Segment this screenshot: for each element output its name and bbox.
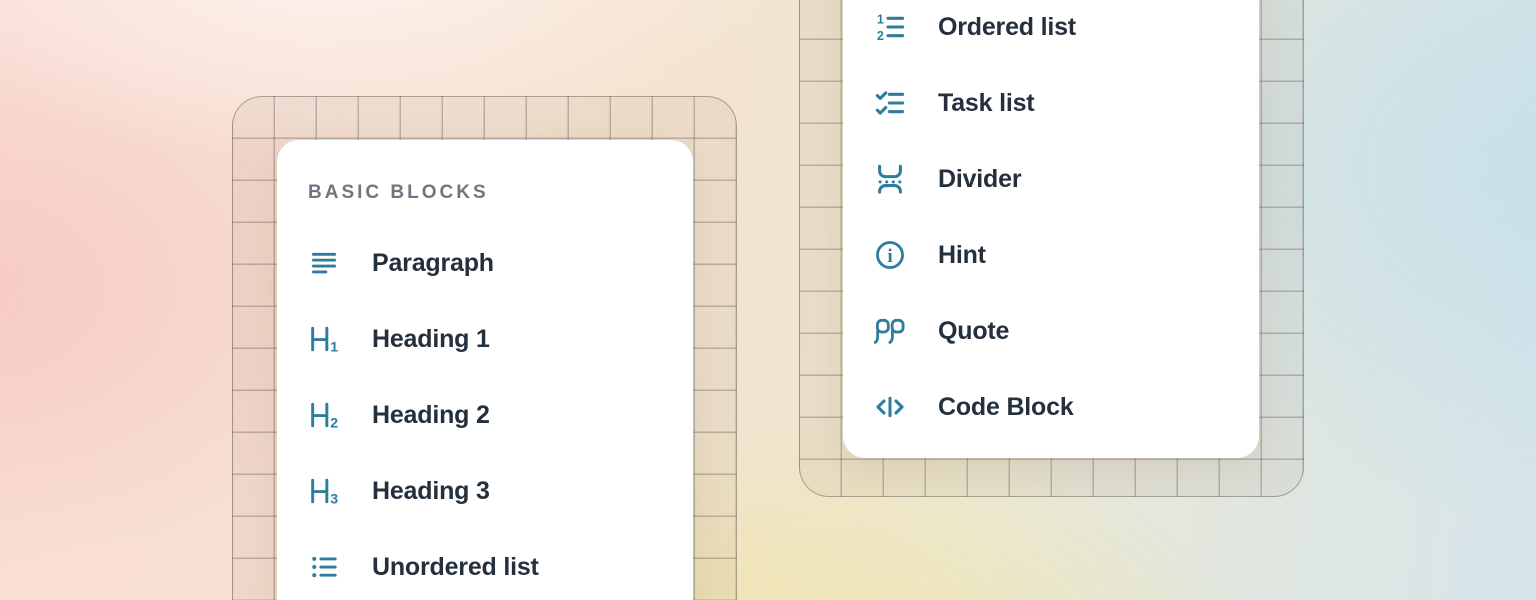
menu-item-label: Paragraph xyxy=(372,249,494,278)
menu-item-label: Task list xyxy=(938,89,1034,118)
menu-item-hint[interactable]: i Hint xyxy=(843,217,1259,293)
ordered-list-icon: 1 2 xyxy=(872,9,908,45)
menu-item-heading-1[interactable]: 1 Heading 1 xyxy=(277,301,693,377)
menu-item-divider[interactable]: Divider xyxy=(843,141,1259,217)
divider-icon xyxy=(872,161,908,197)
menu-item-label: Hint xyxy=(938,241,986,270)
svg-text:3: 3 xyxy=(330,491,338,506)
section-label: BASIC BLOCKS xyxy=(308,182,489,204)
menu-item-heading-3[interactable]: 3 Heading 3 xyxy=(277,453,693,529)
heading-2-icon: 2 xyxy=(306,397,342,433)
paragraph-icon xyxy=(306,245,342,281)
task-list-icon xyxy=(872,85,908,121)
heading-1-icon: 1 xyxy=(306,321,342,357)
section-header: BASIC BLOCKS xyxy=(277,140,693,225)
quote-icon xyxy=(872,313,908,349)
menu-item-label: Divider xyxy=(938,165,1021,194)
menu-item-label: Heading 3 xyxy=(372,477,490,506)
menu-item-task-list[interactable]: Task list xyxy=(843,65,1259,141)
menu-item-unordered-list[interactable]: Unordered list xyxy=(277,529,693,600)
svg-text:i: i xyxy=(887,246,893,267)
unordered-list-icon xyxy=(306,549,342,585)
heading-3-icon: 3 xyxy=(306,473,342,509)
menu-item-paragraph[interactable]: Paragraph xyxy=(277,225,693,301)
blocks-menu-continued: 1 2 Ordered list Task list xyxy=(843,0,1259,458)
svg-text:2: 2 xyxy=(330,415,338,430)
menu-item-ordered-list[interactable]: 1 2 Ordered list xyxy=(843,0,1259,65)
menu-item-label: Quote xyxy=(938,317,1009,346)
hint-icon: i xyxy=(872,237,908,273)
svg-text:2: 2 xyxy=(877,29,884,43)
menu-item-label: Unordered list xyxy=(372,553,539,582)
basic-blocks-menu: BASIC BLOCKS Paragraph 1 Heading 1 2 xyxy=(277,140,693,600)
menu-item-label: Heading 2 xyxy=(372,401,490,430)
menu-item-heading-2[interactable]: 2 Heading 2 xyxy=(277,377,693,453)
menu-item-code-block[interactable]: Code Block xyxy=(843,369,1259,445)
menu-item-quote[interactable]: Quote xyxy=(843,293,1259,369)
svg-text:1: 1 xyxy=(877,12,884,26)
menu-item-label: Heading 1 xyxy=(372,325,490,354)
code-block-icon xyxy=(872,389,908,425)
menu-item-label: Ordered list xyxy=(938,13,1076,42)
svg-text:1: 1 xyxy=(330,339,338,354)
menu-item-label: Code Block xyxy=(938,393,1074,422)
